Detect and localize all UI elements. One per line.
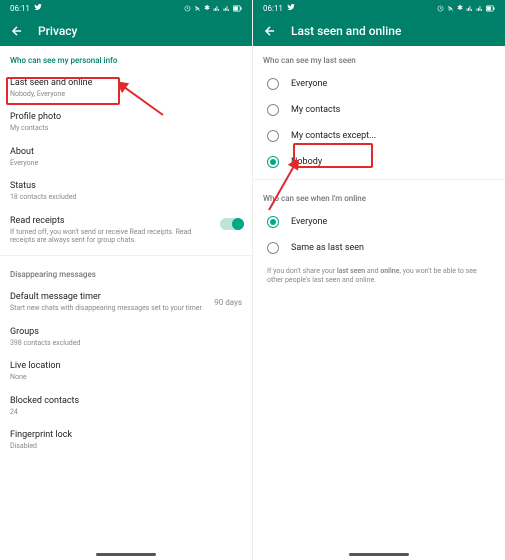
item-profile-photo[interactable]: Profile photo My contacts (0, 105, 252, 139)
section-who-lastseen: Who can see my last seen (253, 46, 505, 71)
radio-icon (267, 156, 279, 168)
twitter-icon (287, 3, 295, 13)
radio-my-contacts[interactable]: My contacts (253, 97, 505, 123)
radio-icon (267, 216, 279, 228)
info-text: If you don't share your last seen and on… (253, 261, 505, 291)
divider (253, 179, 505, 180)
status-bar: 06:11 ✱ (253, 0, 505, 16)
radio-everyone[interactable]: Everyone (253, 71, 505, 97)
status-bar: 06:11 ✱ (0, 0, 252, 16)
item-blocked[interactable]: Blocked contacts 24 (0, 389, 252, 423)
section-disappearing: Disappearing messages (0, 260, 252, 285)
radio-icon (267, 104, 279, 116)
item-last-seen[interactable]: Last seen and online Nobody, Everyone (0, 71, 252, 105)
radio-online-everyone[interactable]: Everyone (253, 209, 505, 235)
item-groups[interactable]: Groups 398 contacts excluded (0, 320, 252, 354)
item-fingerprint[interactable]: Fingerprint lock Disabled (0, 423, 252, 457)
app-bar: Privacy (0, 16, 252, 46)
page-title: Last seen and online (291, 24, 401, 38)
item-default-timer[interactable]: Default message timer Start new chats wi… (0, 285, 252, 319)
timer-value: 90 days (214, 298, 242, 307)
twitter-icon (34, 3, 42, 13)
section-personal-info: Who can see my personal info (0, 46, 252, 71)
item-about[interactable]: About Everyone (0, 140, 252, 174)
item-read-receipts[interactable]: Read receipts If turned off, you won't s… (0, 209, 252, 252)
privacy-content: Who can see my personal info Last seen a… (0, 46, 252, 560)
page-title: Privacy (38, 24, 77, 38)
status-time: 06:11 (263, 4, 283, 13)
radio-online-same[interactable]: Same as last seen (253, 235, 505, 261)
radio-nobody[interactable]: Nobody (253, 149, 505, 175)
radio-my-contacts-except[interactable]: My contacts except... (253, 123, 505, 149)
back-arrow-icon[interactable] (263, 24, 277, 38)
divider (0, 255, 252, 256)
lastseen-content: Who can see my last seen Everyone My con… (253, 46, 505, 560)
radio-icon (267, 130, 279, 142)
item-status[interactable]: Status 18 contacts excluded (0, 174, 252, 208)
app-bar: Last seen and online (253, 16, 505, 46)
item-live-location[interactable]: Live location None (0, 354, 252, 388)
back-arrow-icon[interactable] (10, 24, 24, 38)
last-seen-screen: 06:11 ✱ Last seen and online Who can see… (252, 0, 505, 560)
status-icons: ✱ (184, 4, 242, 12)
radio-icon (267, 242, 279, 254)
section-who-online: Who can see when I'm online (253, 184, 505, 209)
read-receipts-toggle[interactable] (220, 218, 242, 230)
privacy-screen: 06:11 ✱ Privacy Who can see my personal … (0, 0, 252, 560)
radio-icon (267, 78, 279, 90)
status-icons: ✱ (437, 4, 495, 12)
nav-pill[interactable] (349, 553, 409, 556)
nav-pill[interactable] (96, 553, 156, 556)
status-time: 06:11 (10, 4, 30, 13)
